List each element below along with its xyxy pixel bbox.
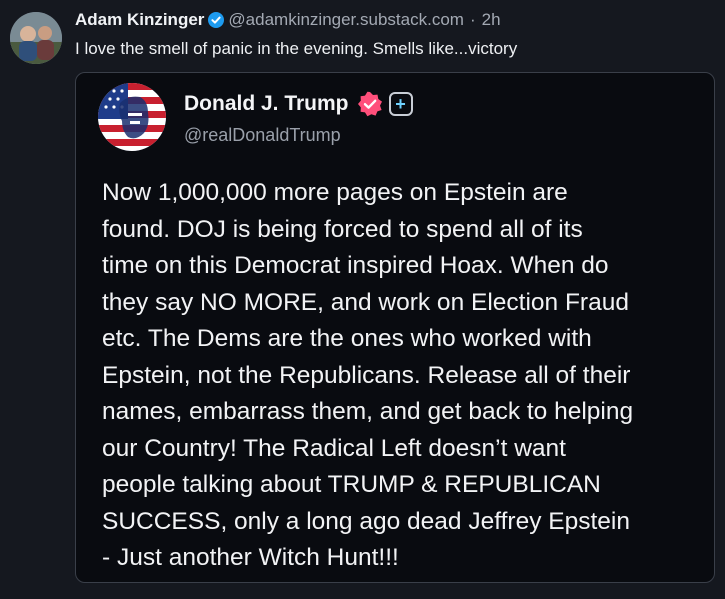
plus-icon[interactable]: + xyxy=(388,92,413,116)
quoted-body-line: found. DOJ is being forced to spend all … xyxy=(102,215,583,243)
quoted-body-line: they say NO MORE, and work on Election F… xyxy=(102,288,629,316)
quoted-body-line: our Country! The Radical Left doesn’t wa… xyxy=(102,434,566,462)
verified-badge-icon xyxy=(357,91,383,117)
quoted-author-row: Donald J. Trump + xyxy=(184,91,413,117)
post-text: I love the smell of panic in the evening… xyxy=(75,39,518,58)
quoted-post-card[interactable]: Donald J. Trump + @realDonaldTrump Now 1… xyxy=(75,72,715,583)
post-header: Adam Kinzinger @adamkinzinger.substack.c… xyxy=(75,10,501,30)
author-name[interactable]: Adam Kinzinger xyxy=(75,10,204,30)
verified-check-icon xyxy=(208,12,225,28)
author-handle[interactable]: @adamkinzinger.substack.com xyxy=(228,10,464,30)
quoted-body-line: time on this Democrat inspired Hoax. Whe… xyxy=(102,252,609,279)
quoted-body-line: - Just another Witch Hunt!!! xyxy=(102,544,399,571)
quoted-author-avatar[interactable] xyxy=(98,83,166,151)
quoted-body-line: names, embarrass them, and get back to h… xyxy=(102,398,634,425)
note-post: Adam Kinzinger @adamkinzinger.substack.c… xyxy=(0,0,725,599)
quoted-body-line: etc. The Dems are the ones who worked wi… xyxy=(102,325,592,352)
quoted-post-body: Now 1,000,000 more pages on Epstein are … xyxy=(102,175,707,577)
header-separator: · xyxy=(469,10,476,29)
post-timestamp[interactable]: 2h xyxy=(482,10,501,30)
quoted-author-handle[interactable]: @realDonaldTrump xyxy=(184,125,341,146)
quoted-body-line: Now 1,000,000 more pages on Epstein are xyxy=(102,179,568,206)
quoted-body-line: SUCCESS, only a long ago dead Jeffrey Ep… xyxy=(102,507,630,535)
quoted-author-name[interactable]: Donald J. Trump xyxy=(184,92,349,116)
quoted-body-line: people talking about TRUMP & REPUBLICAN xyxy=(102,471,601,498)
quoted-body-line: Epstein, not the Republicans. Release al… xyxy=(102,361,631,389)
author-avatar[interactable] xyxy=(10,12,62,64)
